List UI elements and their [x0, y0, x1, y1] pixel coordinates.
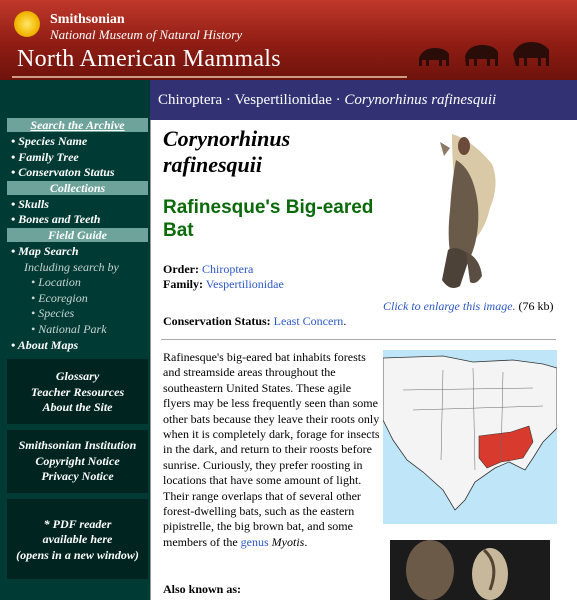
pdf-reader-note: * PDF reader — [43, 516, 112, 531]
common-name: Rafinesque's Big-eared Bat — [163, 196, 383, 242]
order-label: Order: — [163, 262, 199, 276]
order-link[interactable]: Chiroptera — [202, 262, 253, 276]
status-link[interactable]: Least Concern — [274, 314, 344, 328]
scientific-name-genus: Corynorhinus — [163, 126, 291, 151]
description-end: . — [304, 534, 308, 549]
sidebar-item-privacy[interactable]: Privacy Notice — [7, 469, 148, 485]
sidebar-item-skulls[interactable]: • Skulls — [7, 197, 148, 213]
description-paragraph: Rafinesque's big-eared bat inhabits fore… — [163, 350, 381, 550]
search-archive-heading[interactable]: Search the Archive — [7, 118, 148, 132]
breadcrumb: Chiroptera · Vespertilionidae · Corynorh… — [150, 80, 577, 120]
sidebar-item-conservation-status[interactable]: • Conservaton Status — [7, 165, 148, 181]
site-header: Smithsonian National Museum of Natural H… — [0, 0, 577, 80]
sidebar-item-smithsonian[interactable]: Smithsonian Institution — [7, 438, 148, 454]
pdf-reader-link[interactable]: available here — [7, 532, 148, 548]
sidebar-item-family-tree[interactable]: • Family Tree — [7, 150, 148, 166]
pdf-new-window-note: (opens in a new window) — [16, 547, 139, 562]
main-content: Corynorhinus rafinesquii Rafinesque's Bi… — [150, 120, 577, 600]
conservation-status: Conservation Status: Least Concern. — [163, 314, 346, 329]
sidebar-item-teacher-resources[interactable]: Teacher Resources — [7, 385, 148, 401]
breadcrumb-family-link[interactable]: Vespertilionidae — [234, 92, 331, 108]
sidebar-item-copyright[interactable]: Copyright Notice — [7, 454, 148, 470]
description-text: Rafinesque's big-eared bat inhabits fore… — [163, 350, 380, 549]
range-map-icon[interactable] — [383, 350, 557, 524]
resources-box: Glossary Teacher Resources About the Sit… — [7, 359, 148, 424]
sidebar: Search the Archive • Species Name • Fami… — [0, 80, 150, 600]
genus-link[interactable]: genus — [241, 535, 269, 549]
sidebar-item-about-site[interactable]: About the Site — [7, 400, 148, 416]
legal-box: Smithsonian Institution Copyright Notice… — [7, 429, 148, 493]
status-period: . — [343, 314, 347, 328]
bat-photo-image[interactable] — [390, 540, 550, 600]
also-known-heading: Also known as: — [163, 582, 242, 596]
museum-name[interactable]: National Museum of Natural History — [50, 28, 242, 42]
site-title[interactable]: North American Mammals — [17, 46, 281, 72]
sidebar-item-glossary[interactable]: Glossary — [7, 369, 148, 385]
taxonomy: Order: Chiroptera Family: Vespertilionid… — [163, 262, 284, 292]
pdf-box: * PDF reader available here (opens in a … — [7, 498, 148, 580]
image-size: (76 kb) — [515, 299, 554, 313]
including-search-note: Including search by — [24, 259, 119, 274]
divider — [161, 339, 556, 340]
sidebar-item-location[interactable]: • Location — [7, 275, 148, 291]
breadcrumb-species: Corynorhinus rafinesquii — [344, 92, 497, 108]
family-link[interactable]: Vespertilionidae — [206, 277, 284, 291]
common-name-line1: Rafinesque's Big-eared — [163, 197, 374, 218]
sidebar-item-national-park[interactable]: • National Park — [7, 322, 148, 338]
breadcrumb-separator: · — [222, 92, 235, 108]
sidebar-item-species-name[interactable]: • Species Name — [7, 134, 148, 150]
smithsonian-wordmark[interactable]: Smithsonian — [50, 13, 125, 27]
field-guide-heading: Field Guide — [7, 227, 148, 242]
collections-heading: Collections — [7, 180, 148, 195]
common-name-line2: Bat — [163, 220, 194, 241]
genus-name: Myotis — [271, 534, 305, 549]
sidebar-item-bones-and-teeth[interactable]: • Bones and Teeth — [7, 212, 148, 228]
sidebar-item-about-maps[interactable]: • About Maps — [7, 338, 148, 354]
sidebar-item-species[interactable]: • Species — [7, 306, 148, 322]
image-caption: Click to enlarge this image. (76 kb) — [383, 299, 569, 314]
enlarge-image-link[interactable]: Click to enlarge this image. — [383, 299, 516, 313]
breadcrumb-separator: · — [331, 92, 345, 108]
scientific-name: Corynorhinus rafinesquii — [163, 126, 290, 178]
sidebar-item-map-search[interactable]: • Map Search — [7, 244, 148, 260]
status-label: Conservation Status: — [163, 314, 271, 328]
bison-silhouette-icon — [419, 42, 549, 66]
breadcrumb-order-link[interactable]: Chiroptera — [158, 92, 222, 108]
family-label: Family: — [163, 277, 203, 291]
bat-specimen-icon[interactable] — [426, 130, 506, 298]
smithsonian-sun-logo-icon[interactable] — [14, 11, 40, 37]
sidebar-item-ecoregion[interactable]: • Ecoregion — [7, 291, 148, 307]
scientific-name-species: rafinesquii — [163, 152, 263, 177]
header-rule — [12, 76, 407, 78]
